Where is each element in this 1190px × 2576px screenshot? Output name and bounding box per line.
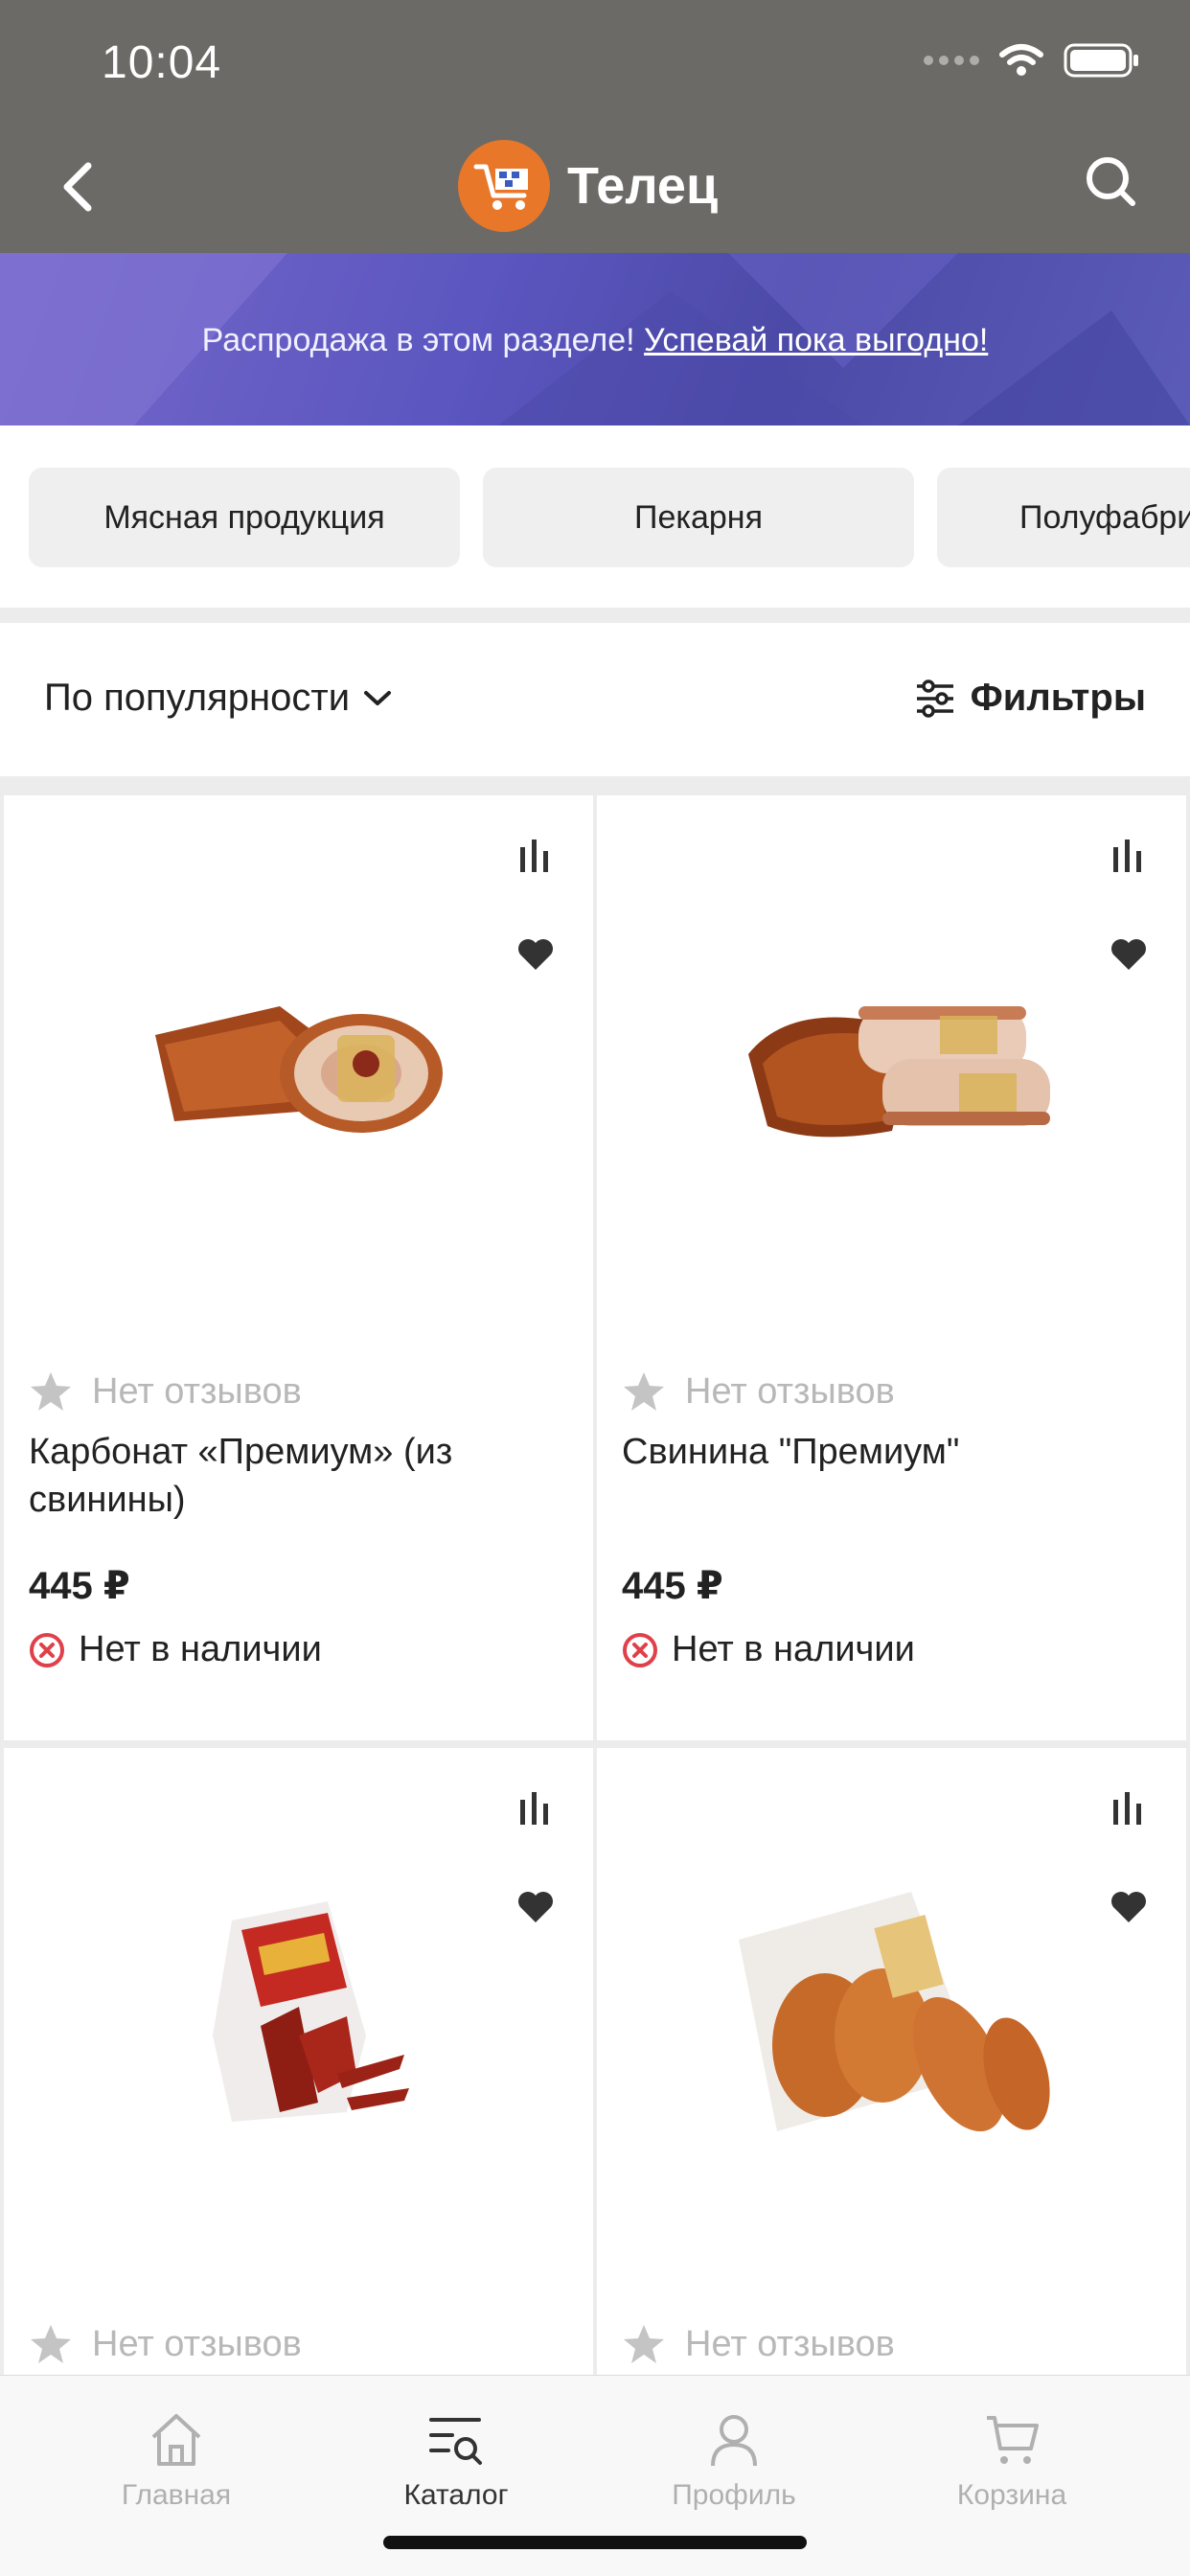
banner-message: Распродажа в этом разделе! <box>201 322 635 358</box>
compare-icon[interactable] <box>1111 1792 1144 1827</box>
rating: Нет отзывов <box>622 1370 895 1413</box>
tab-home-label: Главная <box>121 2479 232 2511</box>
compare-icon[interactable] <box>518 840 551 874</box>
sort-label: По популярности <box>44 677 351 719</box>
reviews-count: Нет отзывов <box>92 1370 302 1412</box>
star-icon <box>31 2325 71 2363</box>
category-chips: Мясная продукция Пекарня Полуфабрикаты <box>0 426 1190 608</box>
tab-home[interactable]: Главная <box>61 2412 291 2512</box>
filter-sliders-icon <box>916 678 953 718</box>
compare-icon[interactable] <box>1111 840 1144 874</box>
banner-text: Распродажа в этом разделе! Успевай пока … <box>0 322 1190 359</box>
stock-label: Нет в наличии <box>672 1629 915 1669</box>
catalog-icon <box>429 2418 482 2465</box>
product-image[interactable] <box>597 901 1186 1227</box>
product-card[interactable]: Нет отзывов Свинина "Премиум" 445 ₽ Нет … <box>597 795 1186 1740</box>
star-icon <box>624 1372 664 1411</box>
brand: Телец <box>458 140 718 232</box>
search-button[interactable] <box>1083 153 1140 211</box>
rating: Нет отзывов <box>622 2323 895 2365</box>
cart-icon <box>987 2416 1039 2464</box>
product-image[interactable] <box>4 1853 593 2179</box>
signal-icon <box>924 56 979 65</box>
meat-image <box>747 1006 1050 1138</box>
out-of-stock-icon <box>30 1632 64 1668</box>
search-icon <box>1087 157 1135 206</box>
sort-filter-bar: По популярности Фильтры <box>0 623 1190 776</box>
star-icon <box>31 1372 71 1411</box>
screen: 10:04 Телец Распродажа в этом разделе! У… <box>0 0 1190 2576</box>
stock-label: Нет в наличии <box>79 1629 322 1669</box>
home-icon <box>151 2414 201 2466</box>
home-indicator[interactable] <box>383 2536 807 2549</box>
rating: Нет отзывов <box>29 2323 302 2365</box>
reviews-count: Нет отзывов <box>92 2323 302 2364</box>
page-title: Телец <box>567 157 719 215</box>
brand-logo <box>458 140 550 232</box>
wifi-icon <box>999 44 1043 76</box>
reviews-count: Нет отзывов <box>685 1370 895 1412</box>
stock-status: Нет в наличии <box>29 1629 322 1670</box>
chevron-left-icon <box>63 162 92 212</box>
chip-meat[interactable]: Мясная продукция <box>29 468 460 567</box>
sort-dropdown[interactable]: По популярности <box>44 677 392 720</box>
meat-image <box>154 1006 443 1133</box>
chip-semi-finished[interactable]: Полуфабрикаты <box>937 468 1190 567</box>
tab-cart[interactable]: Корзина <box>897 2412 1127 2512</box>
tab-profile-label: Профиль <box>672 2479 796 2511</box>
product-card[interactable]: Нет отзывов <box>4 1748 593 2419</box>
battery-icon <box>1064 43 1138 78</box>
status-icons <box>924 42 1140 79</box>
out-of-stock-icon <box>623 1632 657 1668</box>
tab-catalog[interactable]: Каталог <box>341 2412 571 2512</box>
product-card[interactable]: Нет отзывов Карбонат «Премиум» (из свини… <box>4 795 593 1740</box>
reviews-count: Нет отзывов <box>685 2323 895 2364</box>
chevron-down-icon <box>364 690 392 705</box>
back-button[interactable] <box>48 153 105 220</box>
stock-status: Нет в наличии <box>622 1629 915 1670</box>
tab-cart-label: Корзина <box>956 2479 1067 2511</box>
profile-icon <box>711 2415 757 2467</box>
nav-bar: Телец <box>0 134 1190 240</box>
chip-bakery[interactable]: Пекарня <box>483 468 914 567</box>
product-card[interactable]: Нет отзывов <box>597 1748 1186 2419</box>
smoked-chicken-image <box>738 1892 1050 2132</box>
status-time: 10:04 <box>102 37 222 88</box>
promo-banner[interactable]: Распродажа в этом разделе! Успевай пока … <box>0 253 1190 426</box>
star-icon <box>624 2325 664 2363</box>
product-image[interactable] <box>597 1853 1186 2179</box>
filters-button[interactable]: Фильтры <box>915 677 1146 720</box>
product-name[interactable]: Карбонат «Премиум» (из свинины) <box>29 1428 565 1524</box>
product-name[interactable]: Свинина "Премиум" <box>622 1428 1158 1476</box>
compare-icon[interactable] <box>518 1792 551 1827</box>
tab-catalog-label: Каталог <box>403 2479 509 2511</box>
top-bar: 10:04 Телец <box>0 0 1190 253</box>
product-price: 445 ₽ <box>622 1565 723 1607</box>
tab-profile[interactable]: Профиль <box>619 2412 849 2512</box>
rating: Нет отзывов <box>29 1370 302 1413</box>
filters-label: Фильтры <box>970 677 1146 719</box>
jerky-image <box>212 1901 409 2122</box>
product-image[interactable] <box>4 901 593 1227</box>
banner-link[interactable]: Успевай пока выгодно! <box>644 322 988 358</box>
product-price: 445 ₽ <box>29 1565 130 1607</box>
